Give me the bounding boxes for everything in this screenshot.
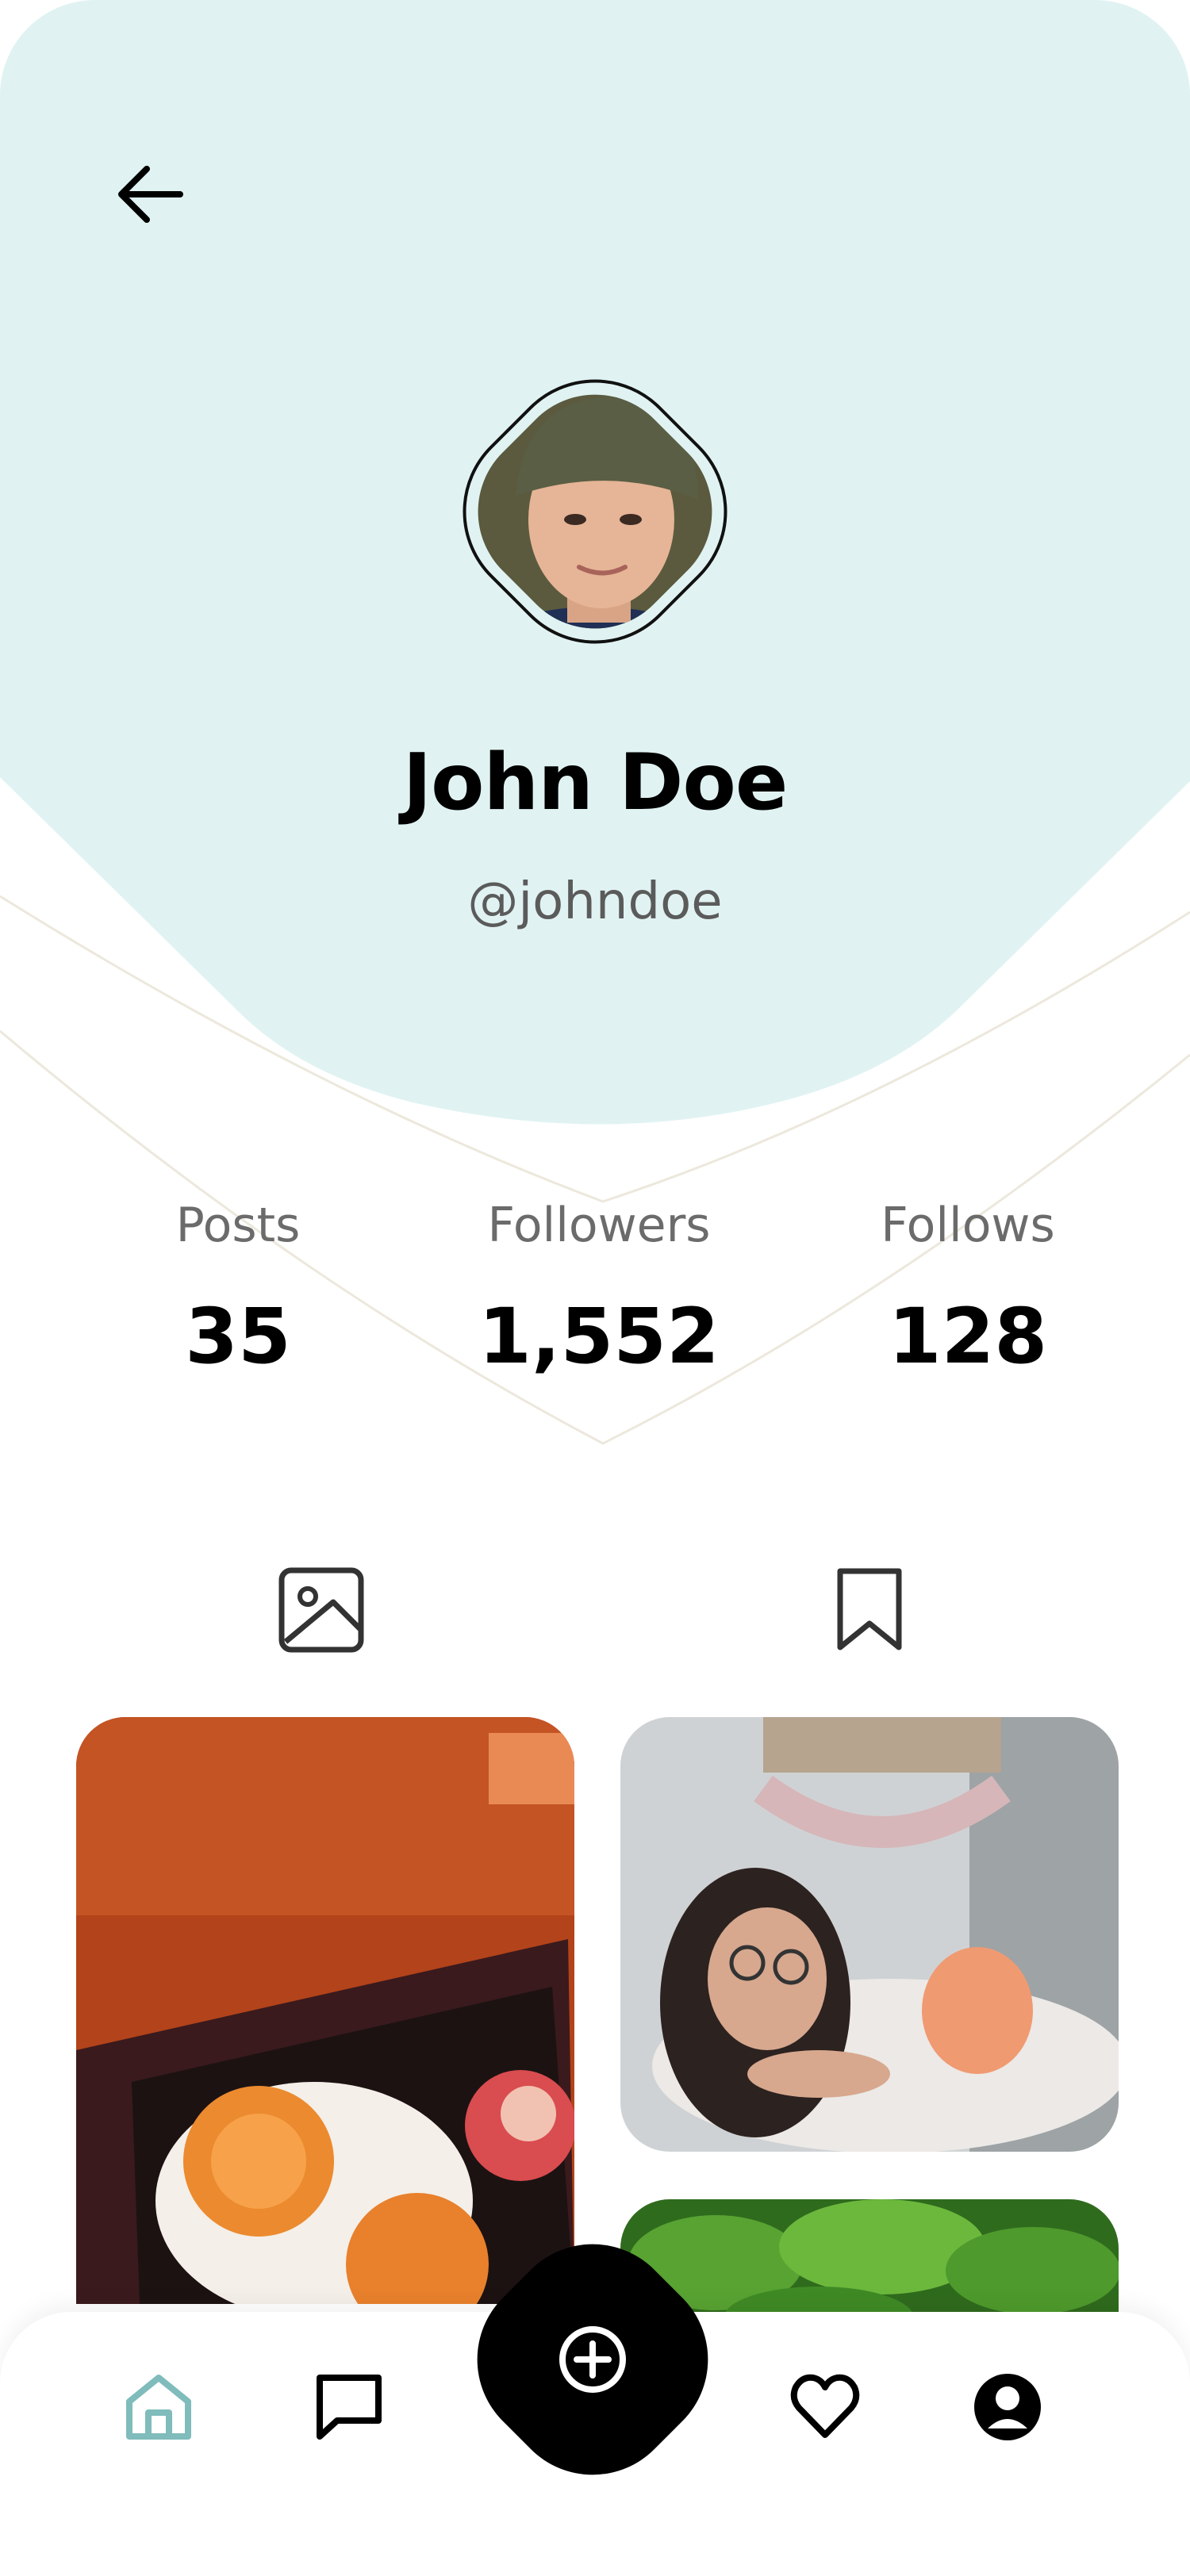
- account-icon: [974, 2374, 1041, 2440]
- add-circle-icon: [559, 2326, 626, 2393]
- chat-icon: [317, 2375, 382, 2440]
- stat-label: Followers: [487, 1198, 711, 1253]
- stat-label: Follows: [881, 1198, 1055, 1253]
- nav-home[interactable]: [107, 2356, 210, 2459]
- profile-handle: @johndoe: [467, 872, 723, 931]
- stat-value: 35: [185, 1292, 291, 1381]
- profile-name: John Doe: [402, 738, 789, 828]
- stat-followers[interactable]: Followers 1,552: [416, 1190, 781, 1380]
- stat-follows[interactable]: Follows 128: [785, 1190, 1150, 1380]
- tab-photos[interactable]: [266, 1554, 377, 1666]
- nav-favorites[interactable]: [774, 2356, 877, 2459]
- nav-profile[interactable]: [956, 2356, 1059, 2459]
- add-post-button-icon-wrap[interactable]: [533, 2300, 652, 2419]
- stat-posts[interactable]: Posts 35: [56, 1190, 420, 1380]
- photo-orange-platter[interactable]: [76, 1717, 574, 2304]
- stat-value: 128: [888, 1292, 1048, 1381]
- heart-icon: [790, 2374, 860, 2438]
- back-button[interactable]: [103, 151, 198, 238]
- nav-messages[interactable]: [298, 2356, 401, 2459]
- tab-saved[interactable]: [814, 1554, 925, 1666]
- arrow-left-icon: [118, 166, 183, 223]
- stat-value: 1,552: [478, 1292, 720, 1381]
- bookmark-icon: [837, 1568, 902, 1650]
- home-icon: [126, 2375, 191, 2440]
- image-icon: [278, 1567, 364, 1653]
- avatar[interactable]: [413, 329, 777, 694]
- stat-label: Posts: [175, 1198, 301, 1253]
- photo-girl-glasses[interactable]: [620, 1717, 1119, 2152]
